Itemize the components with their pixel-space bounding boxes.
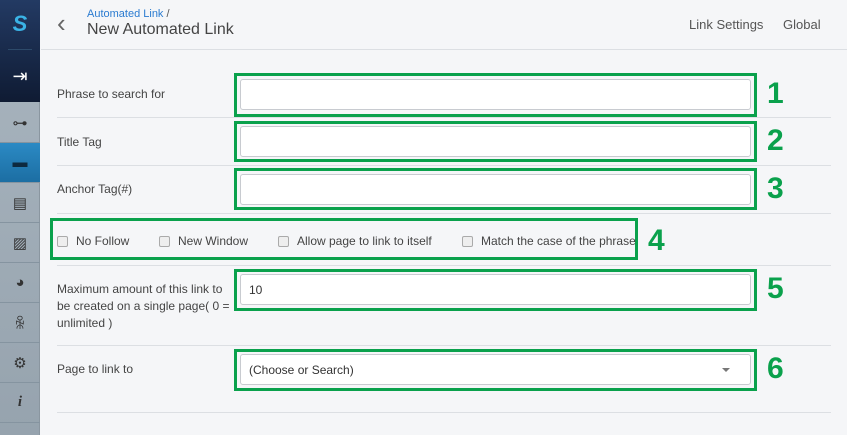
briefcase-icon[interactable]: ▬ (0, 143, 40, 183)
gears-icon[interactable]: ⚙ (0, 343, 40, 383)
page-title: New Automated Link (87, 21, 234, 38)
checkbox[interactable] (278, 235, 289, 247)
checkbox-label: Allow page to link to itself (297, 234, 432, 248)
checkbox-label: Match the case of the phrase (481, 234, 636, 248)
allow-self-link-checkbox[interactable]: Allow page to link to itself (278, 234, 432, 248)
checkbox[interactable] (57, 235, 68, 247)
new-window-checkbox[interactable]: New Window (159, 234, 248, 248)
page-to-link-select[interactable]: (Choose or Search) (240, 354, 751, 385)
logo-icon[interactable]: S (0, 6, 40, 42)
phrase-label: Phrase to search for (57, 87, 166, 101)
divider (57, 345, 831, 346)
divider (8, 49, 32, 50)
max-links-input[interactable]: 10 (240, 274, 751, 305)
tab-global[interactable]: Global (783, 17, 821, 32)
tab-link-settings[interactable]: Link Settings (689, 17, 763, 32)
anchor-tag-label: Anchor Tag(#) (57, 182, 133, 196)
document-icon[interactable]: ▤ (0, 183, 40, 223)
image-icon[interactable]: ▨ (0, 223, 40, 263)
checkbox[interactable] (462, 235, 473, 247)
caret-down-icon (722, 368, 730, 372)
pie-chart-icon[interactable]: ◕ (0, 263, 40, 303)
annotation-2: 2 (767, 124, 784, 157)
phrase-input[interactable] (240, 79, 751, 110)
divider (57, 265, 831, 266)
select-value: (Choose or Search) (249, 363, 354, 377)
divider (57, 165, 831, 166)
match-case-checkbox[interactable]: Match the case of the phrase (462, 234, 636, 248)
title-tag-input[interactable] (240, 126, 751, 157)
anchor-tag-input[interactable] (240, 174, 751, 205)
annotation-4: 4 (648, 224, 665, 257)
divider (57, 412, 831, 413)
max-links-label: Maximum amount of this link to be create… (57, 282, 230, 330)
divider (57, 213, 831, 214)
checkbox-label: No Follow (76, 234, 130, 248)
back-chevron-icon[interactable]: ‹ (57, 8, 66, 39)
annotation-5: 5 (767, 272, 784, 305)
header: ‹ Automated Link / New Automated Link Li… (41, 0, 847, 50)
breadcrumb-link[interactable]: Automated Link (87, 8, 163, 20)
info-icon[interactable]: i (0, 383, 40, 423)
annotation-6: 6 (767, 352, 784, 385)
sitemap-icon[interactable]: ⊶ (0, 103, 40, 143)
page-to-link-label: Page to link to (57, 362, 134, 376)
breadcrumb: Automated Link / (87, 8, 170, 20)
people-icon[interactable]: ꆜ (0, 303, 40, 343)
checkbox-label: New Window (178, 234, 249, 248)
annotation-3: 3 (767, 172, 784, 205)
breadcrumb-separator: / (166, 8, 170, 20)
no-follow-checkbox[interactable]: No Follow (57, 234, 129, 248)
annotation-1: 1 (767, 77, 784, 110)
title-tag-label: Title Tag (57, 135, 102, 149)
logout-icon[interactable]: ⇥ (0, 56, 40, 96)
sidebar: S ⇥ ⊶ ▬ ▤ ▨ ◕ ꆜ ⚙ i (0, 0, 40, 435)
divider (57, 117, 831, 118)
checkbox[interactable] (159, 235, 170, 247)
